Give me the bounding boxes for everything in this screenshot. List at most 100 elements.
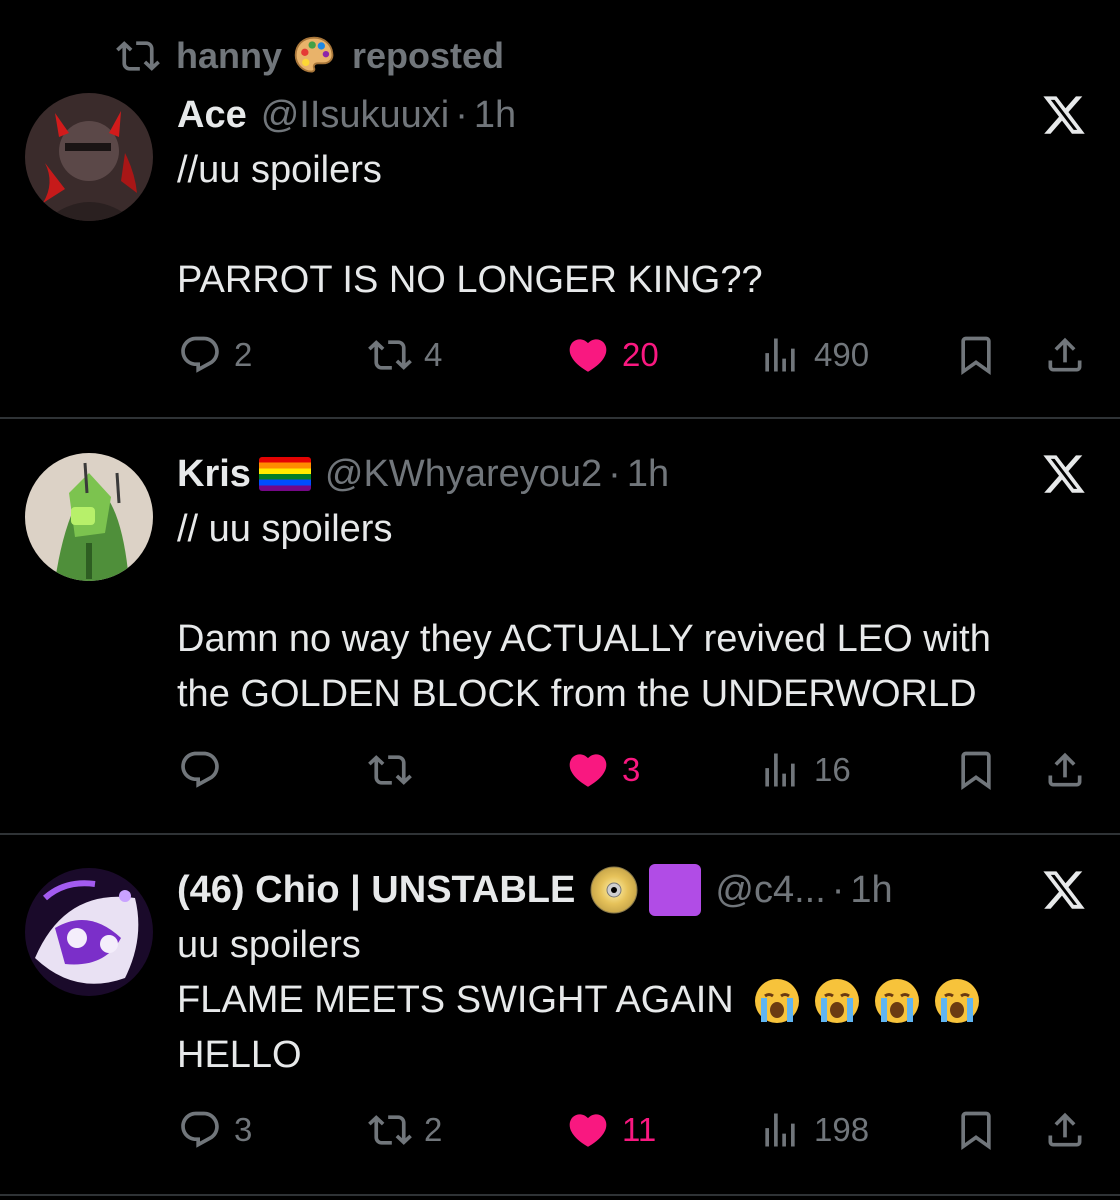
text-line: Damn no way they ACTUALLY revived LEO wi… — [177, 618, 991, 660]
display-name[interactable]: Ace — [177, 94, 247, 137]
action-bar: 3 16 — [0, 746, 1120, 794]
purple-square-emoji-icon — [649, 864, 702, 916]
like-count: 11 — [622, 1111, 657, 1148]
reply-icon — [181, 751, 219, 788]
share-button[interactable] — [1043, 746, 1087, 794]
avatar[interactable] — [25, 93, 153, 221]
share-button[interactable] — [1043, 331, 1087, 379]
display-name[interactable]: Kris — [177, 453, 251, 496]
avatar-image — [25, 453, 153, 581]
view-count: 16 — [814, 751, 851, 788]
crying-face-emoji-icon — [754, 978, 799, 1023]
share-icon — [1048, 1112, 1082, 1147]
repost-count: 2 — [424, 1111, 443, 1148]
dvd-disc-emoji-icon — [590, 866, 638, 914]
views-icon — [765, 753, 795, 787]
repost-icon — [368, 755, 412, 785]
divider — [0, 417, 1120, 419]
timestamp[interactable]: 1h — [474, 94, 516, 137]
tweet-text: //uu spoilers PARROT IS NO LONGER KING?? — [177, 143, 763, 308]
text-line: //uu spoilers — [177, 149, 382, 191]
x-logo-icon — [1043, 96, 1085, 134]
repost-button[interactable]: 2 — [368, 1106, 442, 1154]
views-button[interactable]: 490 — [758, 331, 869, 379]
views-button[interactable]: 198 — [758, 1106, 869, 1154]
tweet-text: uu spoilers FLAME MEETS SWIGHT AGAIN HELLO — [177, 918, 982, 1083]
text-line — [177, 557, 991, 612]
reply-count: 3 — [234, 1111, 253, 1148]
bookmark-icon — [961, 1111, 991, 1151]
avatar[interactable] — [25, 453, 153, 581]
reposted-label: reposted — [352, 35, 505, 76]
views-button[interactable]: 16 — [758, 746, 851, 794]
reply-button[interactable] — [178, 746, 234, 794]
repost-count: 4 — [424, 336, 443, 373]
heart-icon — [569, 339, 607, 372]
share-button[interactable] — [1043, 1106, 1087, 1154]
reply-count: 2 — [234, 336, 253, 373]
handle[interactable]: @KWhyareyou2 — [325, 453, 602, 496]
reposted-by-line[interactable]: hanny reposted — [116, 30, 504, 82]
text-line: HELLO — [177, 1034, 302, 1076]
reply-button[interactable]: 3 — [178, 1106, 252, 1154]
action-bar: 3 2 11 198 — [0, 1106, 1120, 1154]
reposter-name[interactable]: hanny — [176, 35, 282, 77]
reply-icon — [181, 1111, 219, 1148]
tweet-header: Kris @KWhyareyou2 · 1h — [177, 446, 669, 502]
x-logo-icon — [1043, 455, 1085, 493]
view-count: 490 — [814, 336, 870, 373]
share-icon — [1048, 337, 1082, 372]
separator: · — [455, 93, 468, 136]
heart-icon — [569, 1114, 607, 1147]
action-bar: 2 4 20 490 — [0, 331, 1120, 379]
like-button[interactable]: 11 — [566, 1106, 656, 1154]
separator: · — [608, 452, 621, 495]
crying-face-emoji-icon — [814, 978, 859, 1023]
text-line: uu spoilers — [177, 924, 361, 966]
bookmark-button[interactable] — [954, 331, 998, 379]
repost-icon — [368, 340, 412, 370]
bookmark-button[interactable] — [954, 1106, 998, 1154]
reply-button[interactable]: 2 — [178, 331, 252, 379]
tweet-header: (46) Chio | UNSTABLE @c4... · 1h — [177, 862, 893, 918]
text-line-with-emojis: FLAME MEETS SWIGHT AGAIN — [177, 973, 982, 1028]
text-line: // uu spoilers — [177, 508, 393, 550]
bookmark-icon — [961, 751, 991, 791]
handle[interactable]: @c4... — [715, 869, 825, 912]
text-line — [177, 198, 763, 253]
avatar-image — [25, 93, 153, 221]
tweet-header: Ace @IIsukuuxi · 1h — [177, 87, 516, 143]
like-count: 3 — [622, 751, 641, 788]
like-count: 20 — [622, 336, 659, 373]
heart-icon — [569, 754, 607, 787]
repost-icon — [116, 41, 160, 71]
repost-button[interactable]: 4 — [368, 331, 442, 379]
separator: · — [831, 868, 845, 911]
reply-icon — [181, 336, 219, 373]
x-logo-icon — [1043, 871, 1085, 909]
repost-icon — [368, 1115, 412, 1145]
crying-face-emoji-icon — [874, 978, 919, 1023]
tweet-text: // uu spoilers Damn no way they ACTUALLY … — [177, 502, 991, 722]
crying-face-emoji-icon — [934, 978, 979, 1023]
views-icon — [765, 1113, 795, 1147]
avatar[interactable] — [25, 868, 153, 996]
repost-button[interactable] — [368, 746, 424, 794]
view-count: 198 — [814, 1111, 870, 1148]
bookmark-icon — [961, 336, 991, 376]
bookmark-button[interactable] — [954, 746, 998, 794]
text-line: the GOLDEN BLOCK from the UNDERWORLD — [177, 673, 977, 715]
rainbow-flag-icon — [258, 457, 311, 491]
text-line: PARROT IS NO LONGER KING?? — [177, 259, 763, 301]
divider — [0, 1194, 1120, 1196]
palette-emoji-icon — [294, 36, 334, 73]
timestamp[interactable]: 1h — [850, 869, 892, 912]
timestamp[interactable]: 1h — [627, 453, 669, 496]
share-icon — [1048, 752, 1082, 787]
views-icon — [765, 338, 795, 372]
display-name[interactable]: (46) Chio | UNSTABLE — [177, 869, 575, 912]
like-button[interactable]: 3 — [566, 746, 640, 794]
like-button[interactable]: 20 — [566, 331, 659, 379]
handle[interactable]: @IIsukuuxi — [261, 94, 450, 137]
avatar-image — [25, 868, 153, 996]
